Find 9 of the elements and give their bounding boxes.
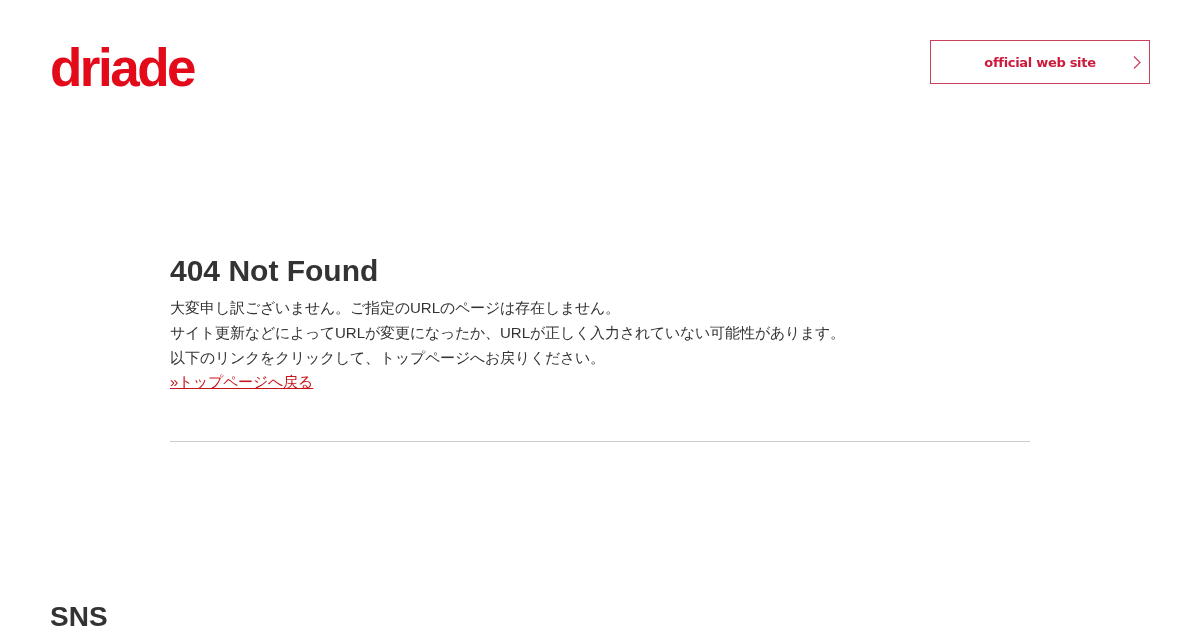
logo: driade <box>50 46 195 92</box>
chevron-right-icon <box>1133 56 1141 69</box>
message-text: サイト更新などによってURLが変更になったか、URLが正しく入力されていない可能性があります。 <box>170 323 845 343</box>
section-heading: SNS <box>50 603 108 631</box>
top-page-link[interactable]: »トップページへ戻る <box>170 372 314 392</box>
message-text: 大変申し訳ございません。ご指定のURLのページは存在しません。 <box>170 298 620 318</box>
page-title: 404 Not Found <box>170 253 380 289</box>
message-text: 以下のリンクをクリックして、トップページへお戻りください。 <box>170 348 605 368</box>
official-site-link[interactable]: official web site <box>930 40 1150 84</box>
